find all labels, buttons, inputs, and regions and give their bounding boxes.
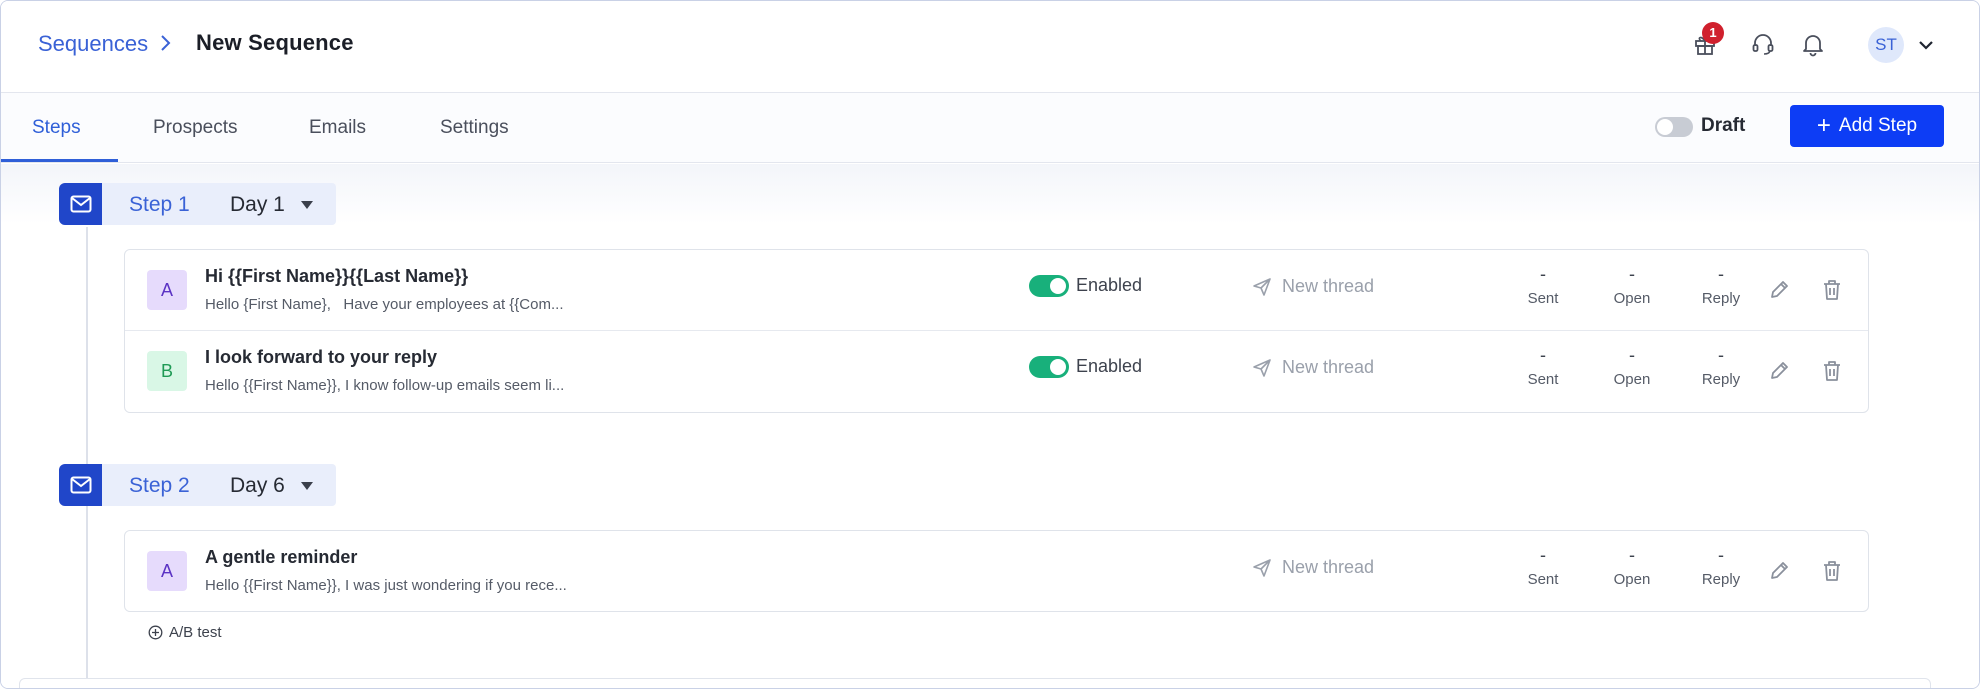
bell-icon[interactable] — [1800, 31, 1826, 57]
step-emails-card: A Hi {{First Name}}{{Last Name}} Hello {… — [124, 249, 1869, 413]
chevron-down-icon[interactable] — [1916, 35, 1936, 55]
variant-badge: B — [147, 351, 187, 391]
step-pill: Step 2 Day 6 — [102, 464, 336, 506]
reply-stat: - Reply — [1701, 345, 1741, 388]
avatar[interactable]: ST — [1868, 27, 1904, 63]
active-tab-indicator — [1, 159, 118, 162]
top-header: Sequences New Sequence 1 ST — [1, 1, 1979, 93]
tab-prospects[interactable]: Prospects — [153, 117, 237, 139]
enabled-toggle[interactable] — [1029, 275, 1069, 297]
trash-icon[interactable] — [1818, 276, 1846, 304]
draft-label: Draft — [1701, 115, 1746, 136]
plus-icon: + — [1816, 112, 1831, 139]
add-step-button[interactable]: + Add Step — [1790, 105, 1944, 147]
email-row[interactable]: A Hi {{First Name}}{{Last Name}} Hello {… — [125, 250, 1868, 331]
step-day: Day 6 — [230, 474, 285, 497]
mail-icon — [59, 464, 102, 506]
email-subject[interactable]: A gentle reminder — [205, 547, 357, 568]
tab-emails[interactable]: Emails — [309, 117, 366, 139]
steps-content: Step 1 Day 1 A Hi {{First Name}}{{Last N… — [1, 164, 1979, 688]
email-row[interactable]: A A gentle reminder Hello {{First Name}}… — [125, 531, 1868, 612]
send-icon — [1253, 277, 1271, 296]
tabs-bar: Steps Prospects Emails Settings Draft + … — [1, 93, 1979, 163]
caret-down-icon[interactable] — [301, 201, 313, 209]
thread-label: New thread — [1282, 557, 1375, 577]
new-thread-button[interactable]: New thread — [1252, 357, 1374, 378]
breadcrumb-sequences-link[interactable]: Sequences — [38, 31, 148, 57]
pencil-icon[interactable] — [1765, 357, 1793, 385]
mail-icon — [59, 183, 102, 225]
email-row[interactable]: B I look forward to your reply Hello {{F… — [125, 331, 1868, 412]
open-stat: - Open — [1613, 264, 1651, 307]
email-subject[interactable]: Hi {{First Name}}{{Last Name}} — [205, 266, 468, 287]
bottom-panel — [19, 678, 1931, 688]
email-preview: Hello {First Name}, Have your employees … — [205, 296, 564, 313]
reply-stat: - Reply — [1701, 264, 1741, 307]
tab-steps[interactable]: Steps — [32, 117, 81, 139]
email-subject[interactable]: I look forward to your reply — [205, 347, 437, 368]
email-preview: Hello {{First Name}}, I was just wonderi… — [205, 577, 567, 594]
new-thread-button[interactable]: New thread — [1252, 557, 1374, 578]
step-name: Step 2 — [129, 474, 190, 497]
new-thread-button[interactable]: New thread — [1252, 276, 1374, 297]
add-circle-icon — [148, 625, 163, 640]
chevron-right-icon — [161, 35, 171, 51]
send-icon — [1253, 358, 1271, 377]
variant-badge: A — [147, 551, 187, 591]
trash-icon[interactable] — [1818, 557, 1846, 585]
sent-stat: - Sent — [1527, 545, 1559, 588]
caret-down-icon[interactable] — [301, 482, 313, 490]
add-step-label: Add Step — [1838, 115, 1918, 136]
reply-stat: - Reply — [1701, 545, 1741, 588]
timeline-line — [86, 227, 88, 688]
enabled-toggle[interactable] — [1029, 356, 1069, 378]
thread-label: New thread — [1282, 357, 1375, 377]
notification-badge: 1 — [1702, 22, 1724, 44]
sent-stat: - Sent — [1527, 264, 1559, 307]
enabled-label: Enabled — [1076, 356, 1143, 376]
app-window: Sequences New Sequence 1 ST Steps Prospe… — [0, 0, 1980, 689]
headset-icon[interactable] — [1750, 31, 1776, 57]
enabled-label: Enabled — [1076, 275, 1143, 295]
step-name: Step 1 — [129, 193, 190, 216]
thread-label: New thread — [1282, 276, 1375, 296]
ab-test-button[interactable]: A/B test — [148, 624, 222, 641]
pencil-icon[interactable] — [1765, 557, 1793, 585]
step-pill: Step 1 Day 1 — [102, 183, 336, 225]
draft-toggle[interactable] — [1655, 117, 1693, 137]
step-emails-card: A A gentle reminder Hello {{First Name}}… — [124, 530, 1869, 612]
email-preview: Hello {{First Name}}, I know follow-up e… — [205, 377, 565, 394]
send-icon — [1253, 558, 1271, 577]
page-title: New Sequence — [196, 30, 354, 55]
step-day: Day 1 — [230, 193, 285, 216]
tab-settings[interactable]: Settings — [440, 117, 509, 139]
open-stat: - Open — [1613, 345, 1651, 388]
variant-badge: A — [147, 270, 187, 310]
pencil-icon[interactable] — [1765, 276, 1793, 304]
open-stat: - Open — [1613, 545, 1651, 588]
trash-icon[interactable] — [1818, 357, 1846, 385]
ab-test-label: A/B test — [169, 624, 222, 641]
sent-stat: - Sent — [1527, 345, 1559, 388]
